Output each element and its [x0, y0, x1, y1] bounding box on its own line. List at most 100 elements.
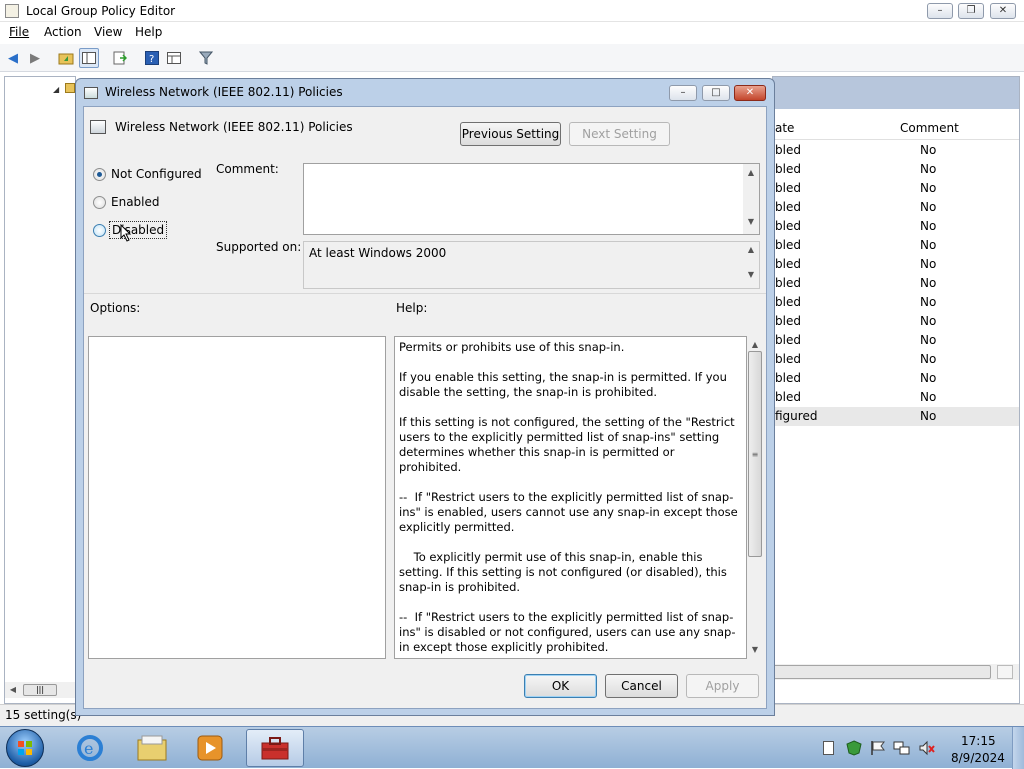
disabled-radio[interactable] — [93, 224, 106, 237]
table-row[interactable]: bled No — [773, 198, 1019, 217]
enabled-radio[interactable] — [93, 196, 106, 209]
not-configured-radio[interactable] — [93, 168, 106, 181]
row-state: bled — [775, 371, 801, 385]
not-configured-label[interactable]: Not Configured — [111, 167, 202, 181]
explorer-icon[interactable] — [124, 730, 180, 766]
table-row[interactable]: bled No — [773, 274, 1019, 293]
group-policy-toolbox-icon[interactable] — [246, 729, 304, 767]
enabled-label[interactable]: Enabled — [111, 195, 160, 209]
table-row[interactable]: bled No — [773, 388, 1019, 407]
row-state: bled — [775, 181, 801, 195]
row-comment: No — [920, 295, 937, 309]
scroll-down-icon[interactable]: ▼ — [747, 645, 763, 654]
document-icon[interactable] — [823, 741, 834, 755]
gpedit-app-icon — [5, 4, 19, 18]
forward-icon[interactable]: ▶ — [25, 48, 45, 68]
export-list-icon[interactable] — [110, 48, 130, 68]
scroll-right-button[interactable] — [997, 665, 1013, 679]
dialog-title: Wireless Network (IEEE 802.11) Policies — [105, 85, 343, 99]
scroll-thumb[interactable]: ≡ — [748, 351, 762, 557]
help-text: Permits or prohibits use of this snap-in… — [399, 340, 739, 658]
scroll-up-icon[interactable]: ▲ — [747, 340, 763, 349]
table-row[interactable]: bled No — [773, 369, 1019, 388]
help-paragraph: -- If "Restrict users to the explicitly … — [399, 610, 736, 654]
dialog-close-button[interactable]: ✕ — [734, 85, 766, 101]
table-row[interactable]: bled No — [773, 312, 1019, 331]
menu-action[interactable]: Action — [44, 25, 82, 39]
comment-label: Comment: — [216, 162, 279, 176]
column-header: ate Comment — [773, 118, 1019, 140]
help-icon[interactable]: ? — [142, 48, 162, 68]
tree-horizontal-scrollbar[interactable]: ◀ ||| — [5, 682, 75, 698]
volume-muted-icon[interactable] — [918, 740, 936, 759]
dialog-app-icon — [84, 87, 98, 99]
disabled-label[interactable]: Disabled — [109, 221, 168, 239]
menu-file[interactable]: File — [9, 25, 29, 39]
taskbar: e 17:15 8/9/2024 — [0, 726, 1024, 769]
show-desktop-button[interactable] — [1012, 727, 1024, 769]
previous-setting-button[interactable]: Previous Setting — [460, 122, 561, 146]
dialog-minimize-button[interactable]: – — [669, 85, 697, 101]
menu-view[interactable]: View — [94, 25, 122, 39]
security-shield-icon[interactable] — [846, 740, 862, 759]
row-comment: No — [920, 181, 937, 195]
filter-icon[interactable] — [196, 48, 216, 68]
row-state: bled — [775, 257, 801, 271]
next-setting-button[interactable]: Next Setting — [569, 122, 670, 146]
clock-date[interactable]: 8/9/2024 — [951, 751, 1005, 765]
table-row[interactable]: bled No — [773, 179, 1019, 198]
up-folder-icon[interactable] — [56, 48, 76, 68]
scroll-down-icon[interactable]: ▼ — [743, 270, 759, 279]
supported-on-label: Supported on: — [216, 240, 302, 254]
table-row[interactable]: bled No — [773, 293, 1019, 312]
row-comment: No — [920, 314, 937, 328]
table-row[interactable]: bled No — [773, 331, 1019, 350]
supported-scrollbar[interactable]: ▲ ▼ — [743, 242, 759, 288]
table-row[interactable]: bled No — [773, 350, 1019, 369]
apply-button[interactable]: Apply — [686, 674, 759, 698]
minimize-button[interactable]: – — [927, 3, 953, 19]
row-comment: No — [920, 409, 937, 423]
ok-button[interactable]: OK — [524, 674, 597, 698]
comment-textarea[interactable]: ▲ ▼ — [303, 163, 760, 235]
start-orb-icon[interactable] — [6, 729, 44, 767]
scroll-thumb[interactable] — [773, 665, 991, 679]
scroll-thumb[interactable]: ||| — [23, 684, 57, 696]
restore-button[interactable]: ❐ — [958, 3, 984, 19]
list-horizontal-scrollbar[interactable] — [773, 664, 1019, 680]
scroll-up-icon[interactable]: ▲ — [743, 168, 759, 177]
close-button[interactable]: ✕ — [990, 3, 1016, 19]
help-scrollbar[interactable]: ▲ ≡ ▼ — [747, 336, 763, 659]
media-player-icon[interactable] — [182, 730, 238, 766]
help-panel[interactable]: Permits or prohibits use of this snap-in… — [394, 336, 747, 659]
expand-arrow-icon[interactable]: ◢ — [53, 85, 59, 94]
tree-pane[interactable]: ◢ — [4, 76, 76, 704]
column-comment[interactable]: Comment — [900, 121, 959, 135]
clock-time[interactable]: 17:15 — [961, 734, 996, 748]
properties-icon[interactable] — [164, 48, 184, 68]
network-icon[interactable] — [893, 740, 911, 759]
policy-dialog: Wireless Network (IEEE 802.11) Policies … — [75, 78, 775, 716]
dialog-maximize-button[interactable]: □ — [702, 85, 730, 101]
menu-help[interactable]: Help — [135, 25, 162, 39]
show-hide-tree-icon[interactable] — [79, 48, 99, 68]
row-state: bled — [775, 295, 801, 309]
table-row[interactable]: bled No — [773, 236, 1019, 255]
table-row[interactable]: bled No — [773, 217, 1019, 236]
row-comment: No — [920, 352, 937, 366]
cancel-button[interactable]: Cancel — [605, 674, 678, 698]
flag-icon[interactable] — [870, 740, 886, 759]
table-row[interactable]: bled No — [773, 141, 1019, 160]
scroll-up-icon[interactable]: ▲ — [743, 245, 759, 254]
back-icon[interactable]: ◀ — [3, 48, 23, 68]
table-row[interactable]: figured No — [773, 407, 1019, 426]
scroll-down-icon[interactable]: ▼ — [743, 217, 759, 226]
column-state[interactable]: ate — [775, 121, 794, 135]
table-row[interactable]: bled No — [773, 160, 1019, 179]
options-label: Options: — [90, 301, 141, 315]
comment-scrollbar[interactable]: ▲ ▼ — [743, 164, 759, 234]
internet-explorer-icon[interactable]: e — [62, 730, 118, 766]
table-row[interactable]: bled No — [773, 255, 1019, 274]
row-comment: No — [920, 219, 937, 233]
scroll-left-icon[interactable]: ◀ — [5, 685, 21, 694]
